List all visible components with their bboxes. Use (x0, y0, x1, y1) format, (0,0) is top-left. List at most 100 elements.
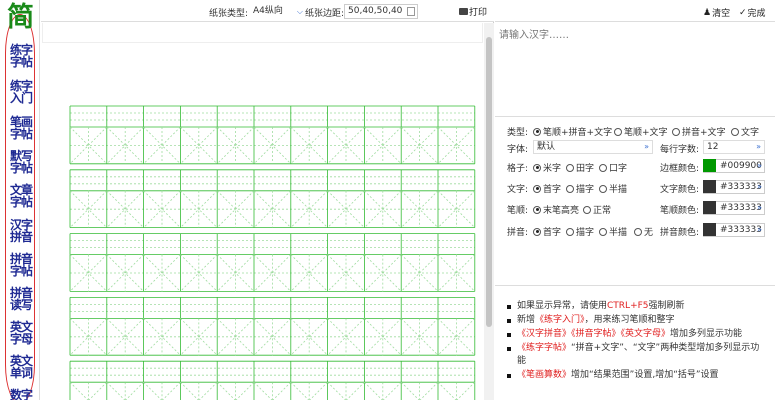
print-label: 打印 (469, 8, 488, 18)
pinyin-option-half-trace[interactable]: 半描 (599, 225, 627, 238)
radio-icon (533, 127, 541, 136)
check-icon: ✓ (739, 7, 747, 18)
sidebar-item-article[interactable]: 文章字帖 (6, 184, 36, 208)
text-option-first[interactable]: 首字 (533, 182, 561, 195)
chevron-down-icon: » (757, 182, 762, 191)
sidebar-item-pinyin-read-write[interactable]: 拼音读写 (6, 287, 36, 311)
note-link[interactable]: 《汉字拼音》《拼音字帖》《英文字母》 (517, 329, 670, 339)
chevron-down-icon: » (757, 161, 762, 170)
options-form: 类型: 笔顺+拼音+文字 笔顺+文字 拼音+文字 文字 字体: 默认 » 每行字数… (495, 118, 775, 286)
clear-label: 清空 (712, 9, 731, 19)
radio-label: 描字 (576, 228, 595, 238)
radio-icon (566, 227, 574, 236)
radio-icon (533, 184, 541, 193)
type-option-text[interactable]: 文字 (731, 125, 759, 138)
paper-margin-label: 纸张边距: (305, 9, 345, 19)
sidebar-item-intro[interactable]: 练字入门 (6, 80, 36, 104)
pinyin-color-swatch (703, 223, 716, 236)
radio-label: 首字 (543, 185, 562, 195)
type-option-stroke-text[interactable]: 笔顺+文字 (614, 125, 668, 138)
stroke-option-highlight-last[interactable]: 末笔高亮 (533, 203, 579, 216)
pinyin-option-first[interactable]: 首字 (533, 225, 561, 238)
stroke-color-value: #333333 (720, 203, 762, 213)
grid-option-kou[interactable]: 口字 (599, 161, 627, 174)
border-color-label: 边框颜色: (660, 164, 700, 174)
radio-icon (533, 227, 541, 236)
note-item: 《笔画算数》增加“结果范围”设置,增加“括号”设置 (507, 369, 767, 382)
type-option-pinyin-text[interactable]: 拼音+文字 (672, 125, 726, 138)
border-color-swatch (703, 159, 716, 172)
radio-icon (533, 163, 541, 172)
radio-icon (614, 127, 622, 136)
font-select[interactable]: 默认 » (533, 140, 653, 154)
done-label: 完成 (747, 9, 766, 19)
radio-icon (731, 127, 739, 136)
done-button[interactable]: ✓ 完成 (739, 6, 766, 20)
sidebar-item-hanzi-pinyin[interactable]: 汉字拼音 (6, 219, 36, 243)
radio-label: 半描 (609, 228, 628, 238)
hanzi-input[interactable] (495, 22, 775, 117)
chars-per-row-select[interactable]: 12 » (703, 140, 765, 154)
radio-icon (583, 205, 591, 214)
sidebar-item-pinyin-copybook[interactable]: 拼音字帖 (6, 253, 36, 277)
text-option-half-trace[interactable]: 半描 (599, 182, 627, 195)
pinyin-option-trace[interactable]: 描字 (566, 225, 594, 238)
font-label: 字体: (507, 145, 529, 155)
radio-label: 拼音+文字 (682, 128, 726, 138)
radio-label: 首字 (543, 228, 562, 238)
print-button[interactable]: 打印 (459, 5, 487, 18)
copybook-canvas (41, 23, 484, 400)
margin-picker-icon[interactable] (407, 7, 415, 16)
sidebar-item-dictation[interactable]: 默写字帖 (6, 150, 36, 174)
pinyin-label: 拼音: (507, 228, 529, 238)
radio-label: 田字 (576, 164, 595, 174)
type-option-stroke-pinyin-text[interactable]: 笔顺+拼音+文字 (533, 125, 612, 138)
clear-button[interactable]: ♟ 清空 (703, 6, 731, 20)
paper-preview-panel: 纸张类型: A4纵向 ⌵ 纸张边距: 50,40,50,40 打印 (41, 0, 494, 400)
chevron-down-icon: » (644, 142, 649, 151)
radio-label: 文字 (741, 128, 760, 138)
sidebar-item-numbers[interactable]: 数字 (6, 389, 36, 400)
radio-label: 米字 (543, 164, 562, 174)
sidebar-item-strokes[interactable]: 笔画字帖 (6, 116, 36, 140)
radio-label: 口字 (609, 164, 628, 174)
sidebar-item-practice[interactable]: 练字字帖 (6, 44, 36, 68)
text-label: 文字: (507, 185, 529, 195)
note-link[interactable]: 《练字字帖》 (517, 343, 571, 353)
broom-icon: ♟ (703, 7, 712, 18)
sidebar-item-english-letters[interactable]: 英文字母 (6, 321, 36, 345)
stroke-color-swatch (703, 201, 716, 214)
pinyin-row: 拼音: 首字 描字 半描 无 拼音颜色: #333333» (495, 222, 775, 238)
radio-label: 描字 (576, 185, 595, 195)
vertical-scrollbar[interactable] (484, 23, 494, 400)
scrollbar-thumb[interactable] (486, 37, 492, 327)
input-toolbar: ♟ 清空 ✓ 完成 (495, 0, 775, 22)
chevron-down-icon: » (757, 203, 762, 212)
pinyin-option-none[interactable]: 无 (634, 225, 653, 238)
paper-toolbar: 纸张类型: A4纵向 ⌵ 纸张边距: 50,40,50,40 打印 (41, 0, 494, 22)
text-color-value: #333333 (720, 182, 762, 192)
grid-option-tian[interactable]: 田字 (566, 161, 594, 174)
stroke-option-normal[interactable]: 正常 (583, 203, 611, 216)
radio-label: 无 (644, 228, 654, 238)
note-item: 《汉字拼音》《拼音字帖》《英文字母》增加多列显示功能 (507, 328, 767, 341)
note-item: 新增《练字入门》，用来练习笔顺和整字 (507, 314, 767, 327)
note-link[interactable]: 《练字入门》 (535, 315, 585, 325)
note-link[interactable]: 《笔画算数》 (517, 370, 571, 380)
practice-grid (69, 105, 476, 400)
paper-type-select[interactable]: A4纵向 ⌵ (253, 5, 303, 19)
text-color-swatch (703, 180, 716, 193)
grid-option-mi[interactable]: 米字 (533, 161, 561, 174)
stroke-row: 笔顺: 末笔高亮 正常 笔顺颜色: #333333» (495, 200, 775, 216)
text-option-trace[interactable]: 描字 (566, 182, 594, 195)
chars-per-row-label: 每行字数: (660, 145, 700, 155)
stroke-label: 笔顺: (507, 206, 529, 216)
type-row: 类型: 笔顺+拼音+文字 笔顺+文字 拼音+文字 文字 (495, 122, 775, 138)
sidebar-item-english-words[interactable]: 英文单词 (6, 355, 36, 379)
radio-label: 笔顺+文字 (624, 128, 668, 138)
settings-panel: ♟ 清空 ✓ 完成 类型: 笔顺+拼音+文字 笔顺+文字 拼音+文字 文字 字体… (495, 0, 775, 400)
chevron-down-icon: ⌵ (296, 7, 303, 16)
printer-icon (459, 8, 468, 15)
radio-label: 末笔高亮 (543, 206, 580, 216)
stroke-color-label: 笔顺颜色: (660, 206, 700, 216)
